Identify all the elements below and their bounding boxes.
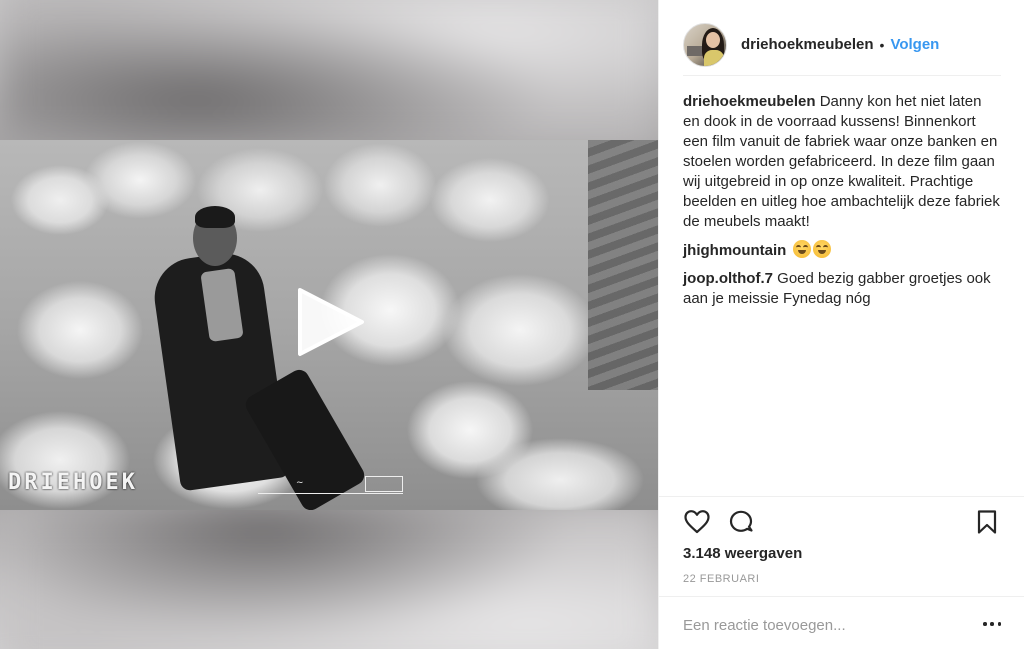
comment-button[interactable]: [727, 508, 755, 536]
like-button[interactable]: [683, 508, 711, 536]
add-comment-section: [659, 596, 1024, 649]
comment-username[interactable]: jhighmountain: [683, 242, 786, 259]
heart-icon: [684, 510, 710, 534]
play-icon: [298, 288, 364, 356]
comment-text: Danny kon het niet laten en dook in de v…: [683, 93, 1000, 230]
avatar-dress: [704, 49, 724, 66]
play-button[interactable]: [296, 286, 366, 358]
avatar-face: [706, 31, 720, 48]
comment-item: joop.olthof.7 Goed bezig gabber groetjes…: [683, 269, 1001, 309]
post-media[interactable]: DRIEHOEK ~: [0, 0, 658, 649]
comment-caption: driehoekmeubelen Danny kon het niet late…: [683, 92, 1001, 232]
comment-username[interactable]: joop.olthof.7: [683, 270, 773, 287]
view-count[interactable]: 3.148 weergaven: [683, 545, 802, 562]
comment-item: jhighmountain: [683, 240, 1001, 261]
more-options-button[interactable]: [983, 619, 1001, 629]
bookmark-icon: [977, 510, 997, 534]
add-comment-input[interactable]: [683, 615, 963, 635]
separator-dot: •: [879, 36, 885, 53]
watermark-signature: ~: [258, 476, 403, 494]
video-watermark: DRIEHOEK: [8, 470, 138, 495]
laughing-emoji-icon: [792, 240, 811, 258]
comments-list: driehoekmeubelen Danny kon het niet late…: [683, 92, 1001, 317]
blurred-background-bottom: [0, 505, 658, 649]
comment-username[interactable]: driehoekmeubelen: [683, 93, 816, 110]
scene-stripes: [588, 140, 658, 390]
actions-divider: [659, 496, 1024, 497]
avatar[interactable]: [683, 22, 727, 67]
save-button[interactable]: [973, 508, 1001, 536]
action-bar: [683, 508, 1001, 538]
post-header: driehoekmeubelen • Volgen: [683, 14, 1001, 76]
header-username[interactable]: driehoekmeubelen: [741, 36, 874, 53]
post-date: 22 FEBRUARI: [683, 573, 760, 585]
person-hair: [195, 206, 235, 228]
blurred-background-top: [0, 0, 658, 150]
comment-icon: [729, 510, 753, 532]
laughing-emoji-icon: [812, 240, 831, 258]
watermark-box: [365, 476, 403, 492]
signature-scribble: ~: [296, 478, 304, 488]
follow-button[interactable]: Volgen: [890, 36, 939, 53]
post-sidebar: driehoekmeubelen • Volgen driehoekmeubel…: [658, 0, 1024, 649]
ellipsis-icon: [983, 622, 987, 626]
